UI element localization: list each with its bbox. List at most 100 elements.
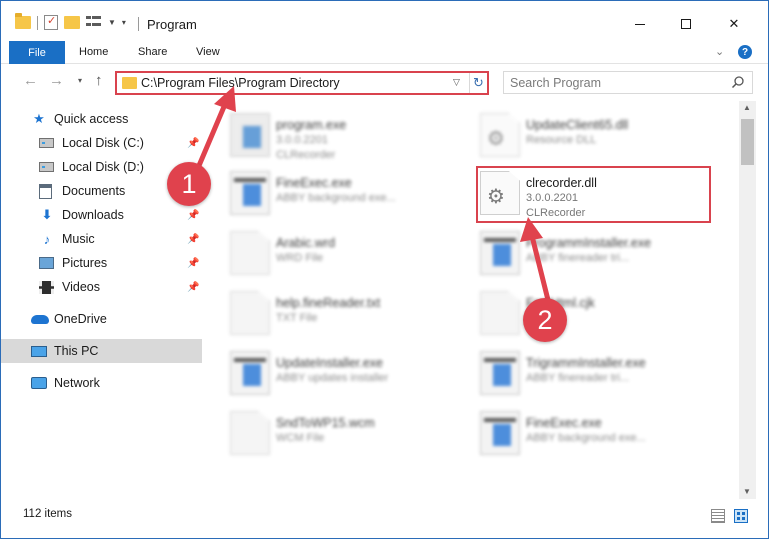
sidebar-item-music[interactable]: ♪ Music 📌 [1,227,202,251]
file-detail: Resource DLL [526,134,597,146]
pin-icon[interactable]: 📌 [187,258,199,269]
document-icon [230,231,270,275]
file-item[interactable]: program.exe 3.0.0.2201 CLRecorder [206,109,456,161]
sidebar-item-pictures[interactable]: Pictures 📌 [1,251,202,275]
file-detail: WRD File [276,252,324,264]
search-icon[interactable] [731,75,745,89]
callout-2: 2 [523,298,567,342]
new-folder-icon[interactable] [64,16,80,29]
refresh-icon[interactable]: ↻ [469,73,487,93]
properties-icon[interactable] [44,14,58,30]
file-detail: WCM File [276,432,325,444]
app-icon [230,351,270,395]
navigation-bar: ← → ▾ ↑ C:\Program Files\Program Directo… [1,64,768,100]
sidebar-item-local-disk-c[interactable]: Local Disk (C:) 📌 [1,131,202,155]
file-item[interactable]: UpdateInstaller.exe ABBY updates install… [206,347,456,399]
file-detail: TXT File [276,312,318,324]
large-icons-view-icon[interactable] [734,509,748,523]
sidebar-item-label: This PC [54,344,99,358]
file-item[interactable]: ⚙ UpdateClient65.dll Resource DLL [456,109,706,161]
tab-home[interactable]: Home [79,46,108,58]
file-item[interactable]: Arabic.wrd WRD File [206,227,456,279]
up-arrow-icon[interactable]: ↑ [95,72,103,89]
customize-toolbar-icon[interactable]: ▾ [122,18,126,27]
close-icon: ✕ [728,16,740,31]
file-name: ProgrammInstaller.exe [526,236,652,250]
address-path[interactable]: C:\Program Files\Program Directory [141,76,340,90]
sidebar-item-videos[interactable]: Videos 📌 [1,275,202,299]
file-detail: ABBY finereader tri... [526,372,630,384]
sidebar-item-label: Downloads [62,208,124,222]
file-item[interactable]: SndToWP15.wcm WCM File [206,407,456,459]
file-detail: ABBY background exe... [526,432,646,444]
window-title: Program [147,17,197,32]
sidebar-item-network[interactable]: Network [1,371,202,395]
exe-icon [230,113,270,157]
file-name: UpdateClient65.dll [526,118,629,132]
folder-icon [15,13,31,29]
folder-icon [122,77,137,89]
callout-1: 1 [167,162,211,206]
file-item[interactable]: FineExec.exe ABBY background exe... [206,167,456,219]
vertical-scrollbar[interactable]: ▲ ▼ [739,101,756,499]
expand-ribbon-icon[interactable]: ⌄ [715,45,724,58]
address-bar[interactable]: C:\Program Files\Program Directory ▽ ↻ [115,71,489,95]
search-input[interactable] [504,72,724,93]
sidebar-item-label: OneDrive [54,312,107,326]
pin-icon[interactable]: 📌 [187,282,199,293]
help-icon[interactable]: ? [738,45,752,59]
chevron-down-icon[interactable]: ▼ [108,18,116,27]
app-icon [480,351,520,395]
file-detail: CLRecorder [276,149,336,161]
sidebar-item-label: Local Disk (D:) [62,160,144,174]
file-detail: ABBY background exe... [276,192,396,204]
navigation-pane: ★ Quick access Local Disk (C:) 📌 Local D… [1,101,205,499]
disk-icon [39,162,54,172]
file-name: UpdateInstaller.exe [276,356,384,370]
sidebar-item-this-pc[interactable]: This PC [1,339,202,363]
tab-view[interactable]: View [196,46,220,58]
scroll-up-icon[interactable]: ▲ [743,103,751,112]
pin-icon[interactable]: 📌 [187,138,199,149]
document-icon [480,291,520,335]
file-name: TrigrammInstaller.exe [526,356,646,370]
tab-file[interactable]: File [9,41,65,64]
details-view-icon[interactable] [711,509,725,523]
toolbar-divider [37,15,38,30]
view-options-icon[interactable] [86,15,102,30]
sidebar-item-label: Music [62,232,95,246]
recent-locations-icon[interactable]: ▾ [78,76,82,85]
file-item[interactable]: help.fineReader.txt TXT File [206,287,456,339]
file-detail: ABBY finereader tri... [526,252,630,264]
sidebar-item-label: Network [54,376,100,390]
tab-share[interactable]: Share [138,46,167,58]
file-item[interactable]: FineExec.exe ABBY background exe... [456,407,706,459]
back-arrow-icon[interactable]: ← [23,72,38,89]
file-item[interactable]: TrigrammInstaller.exe ABBY finereader tr… [456,347,706,399]
pin-icon[interactable]: 📌 [187,210,199,221]
file-item[interactable]: FastHtml.cjk [456,287,706,339]
minimize-icon [635,23,645,25]
sidebar-item-downloads[interactable]: ⬇ Downloads 📌 [1,203,202,227]
pin-icon[interactable]: 📌 [187,234,199,245]
close-button[interactable]: ✕ [711,9,757,39]
sidebar-item-onedrive[interactable]: OneDrive [1,307,202,331]
chevron-down-icon[interactable]: ▽ [453,77,460,88]
search-box[interactable] [503,71,753,94]
file-name: Arabic.wrd [276,236,336,250]
file-name: SndToWP15.wcm [276,416,375,430]
minimize-button[interactable] [617,9,663,39]
file-name: program.exe [276,118,347,132]
forward-arrow-icon[interactable]: → [49,72,64,89]
scroll-down-icon[interactable]: ▼ [743,487,751,496]
disk-icon [39,138,54,148]
maximize-button[interactable] [663,9,709,39]
file-item[interactable]: ProgrammInstaller.exe ABBY finereader tr… [456,227,706,279]
pc-icon [31,345,47,357]
sidebar-item-quick-access[interactable]: ★ Quick access [1,107,202,131]
file-detail: 3.0.0.2201 [276,134,328,146]
scroll-thumb[interactable] [741,119,754,165]
file-detail: ABBY updates installer [276,372,389,384]
documents-icon [39,183,52,199]
status-bar: 112 items [1,499,768,538]
